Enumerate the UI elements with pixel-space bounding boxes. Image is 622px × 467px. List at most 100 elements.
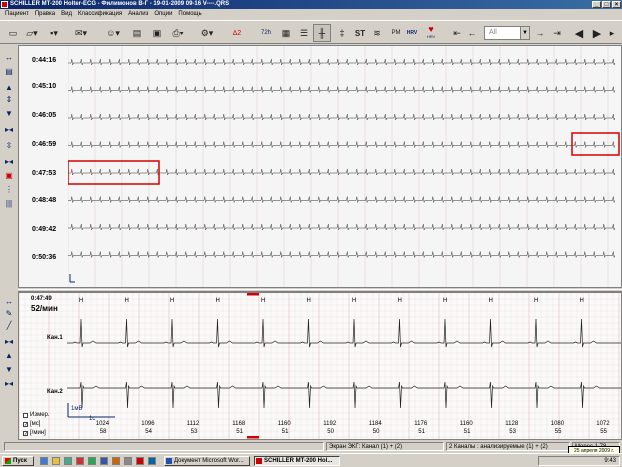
tools-icon[interactable]: ⚙▾ [198,24,216,42]
word-shortcut-icon[interactable] [100,457,108,465]
ecg-view-icon[interactable]: ╫ [313,24,331,42]
print-icon[interactable]: ⎙▾ [170,24,186,42]
chevron-down-icon[interactable]: ▼ [520,27,529,39]
collapse-icon[interactable]: ▸◂ [3,125,15,135]
menu-analysis[interactable]: Анализ [125,11,151,17]
back-icon[interactable]: ← [466,24,478,42]
st-button[interactable]: ST [352,24,368,42]
preview-icon[interactable]: ▣ [150,24,164,42]
beat-rate: 55 [554,429,562,435]
maximize-button[interactable]: □ [602,1,611,8]
windows-logo-icon [5,458,11,464]
first-page-icon[interactable]: ⇤ [452,24,462,42]
title-bar[interactable]: SCHILLER MT-200 Holter-ECG - Филимонов В… [0,0,622,9]
schiller-shortcut-icon[interactable] [148,457,156,465]
hrv-button[interactable]: HRV [404,24,420,42]
up-triangle-icon[interactable]: ▲ [3,83,15,93]
ecg-strip [68,86,616,94]
settings-shortcut-icon[interactable] [124,457,132,465]
range-icon-2[interactable]: ↔ [3,297,15,307]
down-triangle-icon-2[interactable]: ▼ [3,365,15,375]
pacemaker-button[interactable]: PM [388,24,404,42]
last-page-icon[interactable]: ⇥ [552,24,562,42]
menu-options[interactable]: Опции [151,11,175,17]
range-icon[interactable]: ↔ [3,53,15,63]
detail-ecg-traces[interactable] [19,293,621,439]
menu-edit[interactable]: Правка [32,11,58,17]
pdf-shortcut-icon[interactable] [136,457,144,465]
close-button[interactable]: × [612,1,621,8]
menu-help[interactable]: Помощь [175,11,204,17]
wave-icon[interactable]: ≋ [370,24,384,42]
prev-event-icon[interactable]: ◀ [572,24,586,42]
menu-classification[interactable]: Классификация [75,11,125,17]
menu-view[interactable]: Вид [58,11,75,17]
overview-ecg-strips[interactable] [68,46,621,287]
window-title: SCHILLER MT-200 Holter-ECG - Филимонов В… [10,1,230,7]
event-filter-select[interactable]: All ▼ [484,26,530,40]
marker-red-icon[interactable]: ▣ [3,171,15,181]
scroll-right-icon[interactable]: ▸ [606,24,618,42]
measure-checkbox-box[interactable] [23,412,28,418]
app-shortcut-icon[interactable] [88,457,96,465]
shrink-vertical-icon[interactable]: ⇳ [3,141,15,151]
overview-icon[interactable]: ☰ [296,24,312,42]
pen-icon[interactable]: ╱ [3,321,15,331]
forward-icon[interactable]: → [534,24,546,42]
start-button[interactable]: Пуск [2,456,34,466]
zoom-button[interactable]: 72h [258,24,274,42]
mail-shortcut-icon[interactable] [112,457,120,465]
ruler-icon[interactable]: ‡ [334,24,350,42]
ms-checkbox[interactable]: ✓ [мс] [23,421,40,427]
expand-vertical-icon[interactable]: ⇕ [3,95,15,105]
desktop-icon[interactable] [64,457,72,465]
menu-patient[interactable]: Пациент [2,11,32,17]
folder-icon[interactable] [52,457,60,465]
overview-time: 0:50:36 [32,254,57,261]
split-icon[interactable]: ⋮ [3,185,15,195]
beat-label: H [170,298,175,304]
open-folder-icon[interactable]: ▱▾ [24,24,40,42]
beat-rate: 50 [327,429,334,435]
stack-icon[interactable]: ▤ [3,67,15,77]
down-triangle-icon[interactable]: ▼ [3,109,15,119]
ecg-overview-panel[interactable]: 0:44:16 0:45:10 0:46:05 0:46:59 0:47:53 … [18,45,622,288]
beat-label: H [488,298,493,304]
table-icon[interactable]: ▦ [278,24,294,42]
new-file-icon[interactable]: ▭ [6,24,20,42]
rr-interval: 1176 [414,421,428,427]
beat-label: H [443,298,448,304]
rate-checkbox-label: [/мин] [30,430,46,436]
lead-selector[interactable]: ∆2 [228,24,246,42]
mail-icon[interactable]: ✉▾ [72,24,90,42]
status-empty [4,442,324,451]
task-word[interactable]: Документ Microsoft Wor... [164,456,250,466]
measure-checkbox[interactable]: Измер. [23,412,50,418]
eraser-icon[interactable]: ✎ [3,309,15,319]
channels-icon[interactable]: ||| [3,199,15,209]
detail-time: 0:47:49 [31,296,52,302]
overview-time: 0:49:42 [32,226,57,233]
beat-rate: 51 [236,429,243,435]
minimize-button[interactable]: _ [592,1,601,8]
ecg-detail-panel[interactable]: 0:47:49 52/мин Кан.1 Кан.2 1мВ 1с H 1024 5… [18,292,622,440]
task-schiller[interactable]: SCHILLER MT-200 Hol... [254,456,340,466]
ms-checkbox-box[interactable]: ✓ [23,421,28,427]
collapse-horizontal-icon-3[interactable]: ▸◂ [3,379,15,389]
patient-icon[interactable]: ☺▾ [104,24,122,42]
taskbar: Пуск Документ Microsoft Wor... SCHILLER … [0,453,622,467]
media-icon[interactable] [76,457,84,465]
collapse-horizontal-icon-2[interactable]: ▸◂ [3,337,15,347]
rate-checkbox[interactable]: ✓ [/мин] [23,430,46,436]
next-event-icon[interactable]: ▶ [590,24,604,42]
ie-icon[interactable] [40,457,48,465]
up-triangle-icon-2[interactable]: ▲ [3,351,15,361]
clock[interactable]: 9:43 [604,458,616,464]
collapse-horizontal-icon[interactable]: ▸◂ [3,157,15,167]
rate-checkbox-box[interactable]: ✓ [23,430,28,436]
beat-rate: 51 [418,429,425,435]
report-icon[interactable]: ▤ [130,24,144,42]
system-tray: 9:43 [538,456,620,466]
save-icon[interactable]: ▪▾ [46,24,62,42]
hrx-heart-icon[interactable]: ♥ HRV [422,24,440,42]
